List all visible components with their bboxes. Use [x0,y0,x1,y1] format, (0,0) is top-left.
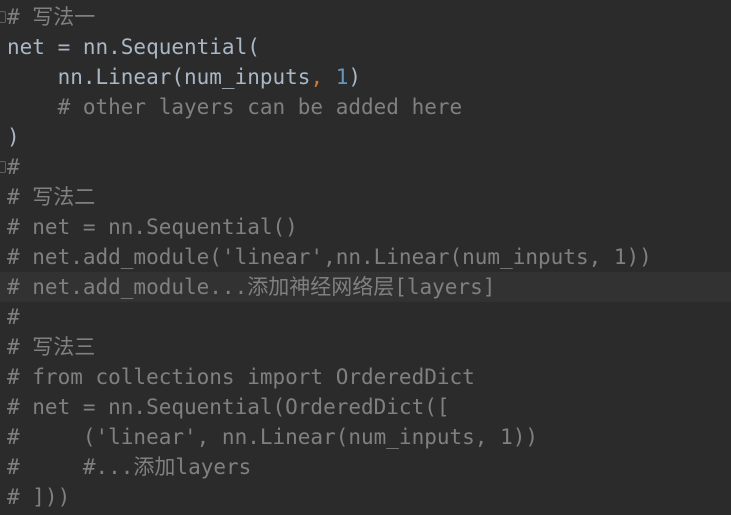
code-comment: # 写法一 [7,5,96,29]
code-line[interactable]: # 写法三 [0,332,731,362]
code-comment: # 写法二 [7,185,96,209]
code-line[interactable]: net = nn.Sequential( [0,32,731,62]
code-text: ) [348,65,362,89]
code-comment: # from collections import OrderedDict [7,365,475,389]
code-editor[interactable]: # 写法一 net = nn.Sequential( nn.Linear(num_… [0,0,731,515]
code-line[interactable]: # 写法一 [0,2,731,32]
code-comment: # net = nn.Sequential() [7,215,298,239]
code-comment: # #...添加layers [7,455,252,479]
code-comment: # ('linear', nn.Linear(num_inputs, 1)) [7,425,539,449]
fold-marker-icon[interactable] [0,161,6,173]
code-comment: # net.add_module('linear',nn.Linear(num_… [7,245,652,269]
code-text: nn.Linear(num_inputs [7,65,311,89]
code-comment: # other layers can be added here [7,95,463,119]
code-line[interactable]: # net.add_module('linear',nn.Linear(num_… [0,242,731,272]
code-line[interactable]: # net = nn.Sequential(OrderedDict([ [0,392,731,422]
code-line[interactable]: # [0,302,731,332]
code-comment: # net = nn.Sequential(OrderedDict([ [7,395,450,419]
code-text: net = nn.Sequential( [7,35,260,59]
code-number: 1 [335,65,349,89]
code-line[interactable]: # 写法二 [0,182,731,212]
code-comment: # net.add_module...添加神经网络层[layers] [7,275,496,299]
code-comment: # [7,305,20,329]
code-comment: # [7,155,20,179]
code-line[interactable]: # net = nn.Sequential() [0,212,731,242]
code-line[interactable]: ) [0,122,731,152]
code-line[interactable]: # ('linear', nn.Linear(num_inputs, 1)) [0,422,731,452]
code-text: ) [7,125,20,149]
code-line-current[interactable]: # net.add_module...添加神经网络层[layers] [0,272,731,302]
code-comment: # ])) [7,485,71,509]
code-line[interactable]: # other layers can be added here [0,92,731,122]
code-line[interactable]: nn.Linear(num_inputs, 1) [0,62,731,92]
code-line[interactable]: # #...添加layers [0,452,731,482]
code-comment: # 写法三 [7,335,96,359]
code-line[interactable]: # ])) [0,482,731,512]
fold-marker-icon[interactable] [0,11,6,23]
code-line[interactable]: # [0,152,731,182]
code-punctuation: , [310,65,324,89]
code-line[interactable]: # from collections import OrderedDict [0,362,731,392]
